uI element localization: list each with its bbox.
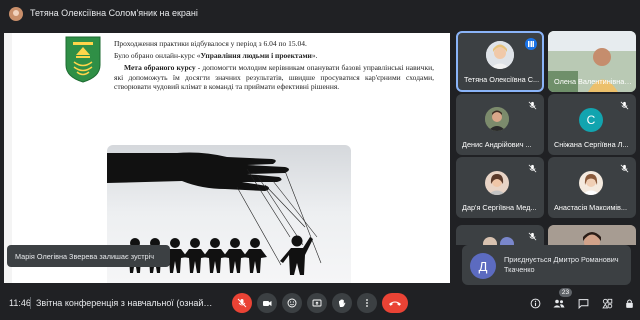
chat-icon <box>578 298 588 309</box>
participant-count-badge: 23 <box>559 288 572 297</box>
participant-letter-avatar: С <box>579 108 603 132</box>
participant-tile-4[interactable]: С Сніжана Сергіївна Л... <box>548 94 636 155</box>
mic-off-icon <box>528 232 537 241</box>
participant-letter-avatar <box>500 237 514 245</box>
leave-call-button[interactable] <box>382 293 408 313</box>
bottom-control-bar: 11:46 Звітна конференція з навчальної (о… <box>0 288 640 320</box>
hang-up-icon <box>389 301 401 306</box>
mic-off-icon <box>620 101 629 110</box>
participant-name: Олена Валентинівна ... <box>554 77 632 86</box>
participant-photo <box>579 171 603 195</box>
activities-button[interactable] <box>600 296 614 310</box>
host-controls-icon <box>625 298 633 308</box>
presenting-title: Тетяна Олексіївна Солом'яник на екрані <box>30 8 198 18</box>
divider <box>30 297 31 309</box>
meeting-title: Звітна конференція з навчальної (ознайом… <box>36 298 214 308</box>
raise-hand-icon <box>339 299 346 307</box>
participant-name: Анастасія Максимів... <box>554 203 627 212</box>
participant-tile-8[interactable] <box>548 225 636 245</box>
presenting-banner: Тетяна Олексіївна Солом'яник на екрані <box>0 0 640 28</box>
participant-tile-2[interactable]: Олена Валентинівна ... <box>548 31 636 92</box>
meet-window: Тетяна Олексіївна Солом'яник на екрані П… <box>0 0 640 320</box>
presenter-avatar <box>9 7 23 21</box>
slide-text: Проходження практики відбувалося у періо… <box>114 39 434 94</box>
camera-icon <box>263 301 272 306</box>
emoji-icon <box>287 298 297 308</box>
join-notification-text: Приєднується Дмитро Романович Ткаченко <box>504 255 619 274</box>
participant-tile-3[interactable]: Денис Андрійович ... <box>456 94 544 155</box>
joining-letter-avatar: Д <box>470 253 496 279</box>
join-notification: Д Приєднується Дмитро Романович Ткаченко <box>462 245 631 285</box>
slide-line-course: Було обрано онлайн-курс «Управління людь… <box>114 51 318 61</box>
participant-photo <box>485 107 509 131</box>
participant-photo <box>486 41 514 69</box>
activities-icon <box>601 298 612 308</box>
participant-video <box>548 225 636 245</box>
participant-name: Тетяна Олексіївна С... <box>464 75 540 84</box>
people-icon <box>553 299 565 307</box>
more-options-icon <box>366 299 368 307</box>
raise-hand-button[interactable] <box>332 293 352 313</box>
leave-notification: Марія Олегівна Зверева залишає зустріч <box>7 245 170 267</box>
slide-line-period: Проходження практики відбувалося у періо… <box>114 39 307 48</box>
mic-off-icon <box>620 164 629 173</box>
host-controls-button[interactable] <box>622 296 636 310</box>
participant-name: Сніжана Сергіївна Л... <box>554 140 629 149</box>
more-options-button[interactable] <box>357 293 377 313</box>
present-screen-button[interactable] <box>307 293 327 313</box>
reactions-button[interactable] <box>282 293 302 313</box>
present-screen-icon <box>312 299 322 307</box>
participant-tile-1[interactable]: Тетяна Олексіївна С... <box>456 31 544 92</box>
info-icon <box>530 298 540 308</box>
meeting-details-button[interactable] <box>528 296 542 310</box>
university-logo <box>65 36 101 83</box>
participant-photo <box>483 237 497 245</box>
slide-line-goal: Мета обраного курсу - допомогти молодим … <box>114 63 434 91</box>
participant-tile-7[interactable] <box>456 225 544 245</box>
participant-name: Денис Андрійович ... <box>462 140 532 149</box>
chat-button[interactable] <box>576 296 590 310</box>
mic-toggle-button[interactable] <box>232 293 252 313</box>
participant-tile-5[interactable]: Дар'я Сергіївна Мед... <box>456 157 544 218</box>
leave-notification-text: Марія Олегівна Зверева залишає зустріч <box>15 251 155 261</box>
speaking-indicator-icon <box>525 38 537 50</box>
people-button[interactable] <box>552 296 566 310</box>
participant-name: Дар'я Сергіївна Мед... <box>462 203 537 212</box>
camera-toggle-button[interactable] <box>257 293 277 313</box>
mic-off-icon <box>237 298 247 308</box>
participant-photo <box>485 171 509 195</box>
mic-off-icon <box>528 164 537 173</box>
meeting-clock: 11:46 <box>9 298 31 308</box>
mic-off-icon <box>528 101 537 110</box>
participant-tile-6[interactable]: Анастасія Максимів... <box>548 157 636 218</box>
